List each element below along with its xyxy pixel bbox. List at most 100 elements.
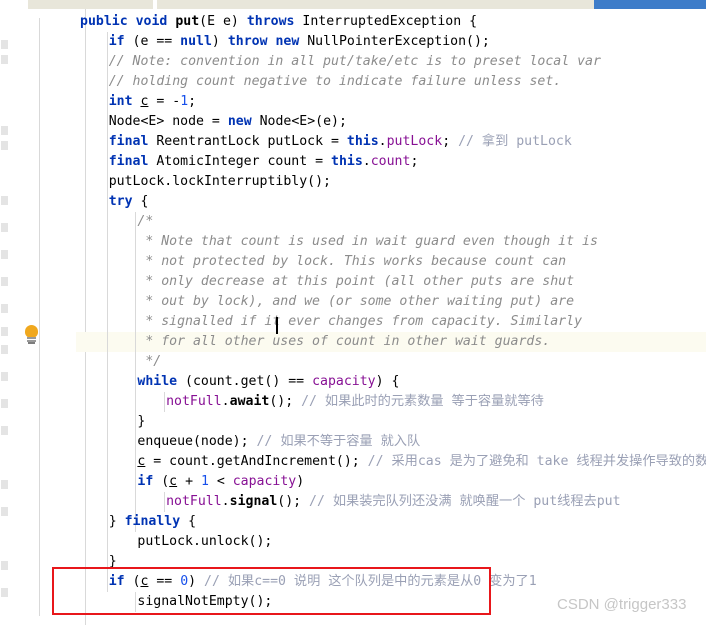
code-line[interactable]: * not protected by lock. This works beca… [137, 252, 566, 272]
gutter-marker [1, 480, 8, 489]
code-token-cmt-line: // [256, 434, 281, 449]
code-line[interactable]: if (e == null) throw new NullPointerExce… [109, 32, 490, 52]
gutter-marker [1, 327, 8, 336]
code-line[interactable]: while (count.get() == capacity) { [137, 372, 399, 392]
code-token-plain: ) [211, 34, 228, 49]
code-token-plain: ( [199, 14, 208, 29]
code-token-cmt-line: // [367, 454, 392, 469]
code-line[interactable]: enqueue(node); // 如果不等于容量 就入队 [137, 432, 420, 452]
code-token-plain: ) [296, 474, 305, 489]
code-line[interactable]: */ [137, 352, 161, 372]
horizontal-scrollbar-thumb[interactable] [594, 0, 706, 9]
intention-bulb-icon[interactable] [23, 325, 40, 344]
code-token-fld: putLock [386, 134, 443, 149]
code-token-cmt-line: // [301, 394, 325, 409]
code-token-kw: new [275, 34, 300, 49]
code-token-kw: void [135, 14, 168, 29]
code-token-cmt: * signalled if it ever changes from capa… [137, 314, 583, 329]
gutter-marker [1, 223, 8, 232]
code-token-kw: while [137, 374, 178, 389]
code-token-kw: public [80, 14, 128, 29]
indent-guide [135, 212, 137, 532]
scrollbar-segment-middle [157, 0, 594, 9]
code-line[interactable]: * out by lock), and we (or some other wa… [137, 292, 574, 312]
code-token-cmt-cn: 采用cas 是为了避免和 take 线程并发操作导致的数据混... [391, 454, 706, 469]
code-line[interactable]: /* [137, 212, 153, 232]
red-highlight-rectangle [52, 567, 491, 615]
code-token-cmt-cn: 如果不等于容量 就入队 [280, 434, 421, 449]
code-token-cmt: * only decrease at this point (all other… [137, 274, 575, 289]
code-token-cmt: */ [137, 354, 162, 369]
code-line[interactable]: // Note: convention in all put/take/etc … [109, 52, 601, 72]
code-token-plain: = [148, 94, 173, 109]
code-editor[interactable]: public void put(E e) throws InterruptedE… [0, 0, 706, 625]
gutter-marker [1, 40, 8, 49]
code-token-plain: putLock.lockInterruptibly(); [108, 174, 331, 189]
code-line[interactable]: notFull.await(); // 如果此时的元素数量 等于容量就等待 [166, 392, 544, 412]
code-token-type: E [207, 14, 216, 29]
code-token-cmt-line: // [309, 494, 333, 509]
code-token-kw: new [227, 114, 252, 129]
code-line[interactable]: * signalled if it ever changes from capa… [137, 312, 582, 332]
code-token-kw: try [108, 194, 133, 209]
code-line[interactable]: Node<E> node = new Node<E>(e); [109, 112, 347, 132]
code-token-kw: this [346, 134, 379, 149]
code-token-num: 1 [180, 94, 189, 109]
code-token-mth: await [229, 394, 270, 409]
code-token-plain: Node< [108, 114, 149, 129]
indent-guide [164, 392, 166, 412]
code-token-kw: int [108, 94, 133, 109]
code-token-kw: this [331, 154, 363, 169]
gutter-marker [1, 372, 8, 381]
code-token-kw: if [137, 474, 154, 489]
text-caret [276, 317, 278, 334]
code-token-plain: ( [153, 474, 170, 489]
code-line[interactable]: } finally { [109, 512, 196, 532]
gutter-marker [1, 304, 8, 313]
code-line[interactable]: try { [109, 192, 149, 212]
code-line[interactable]: // holding count negative to indicate fa… [109, 72, 562, 92]
code-token-plain: ReentrantLock putLock = [148, 134, 347, 149]
code-line[interactable]: * for all other uses of count in other w… [137, 332, 550, 352]
marker-strip[interactable] [0, 9, 10, 625]
code-line[interactable]: * only decrease at this point (all other… [137, 272, 574, 292]
code-token-mth: signal [229, 494, 278, 509]
code-line[interactable]: int c = -1; [109, 92, 196, 112]
gutter-marker [1, 141, 8, 150]
code-token-plain: - [172, 94, 181, 109]
code-token-localvar: c [169, 474, 178, 489]
code-token-plain: enqueue(node); [137, 434, 257, 449]
gutter-marker [1, 507, 8, 516]
code-token-kw: null [180, 34, 212, 49]
code-line[interactable]: final AtomicInteger count = this.count; [109, 152, 419, 172]
editor-gutter[interactable] [10, 9, 86, 625]
code-token-plain: (); [277, 494, 310, 509]
code-line[interactable]: final ReentrantLock putLock = this.putLo… [109, 132, 572, 152]
code-line[interactable]: putLock.lockInterruptibly(); [109, 172, 331, 192]
code-token-plain: . [378, 134, 387, 149]
horizontal-scrollbar-track[interactable] [0, 0, 706, 9]
bulb-base-ring-3 [28, 342, 35, 344]
code-token-plain: e) [215, 14, 247, 29]
code-token-cmt: * out by lock), and we (or some other wa… [137, 294, 575, 309]
code-line[interactable]: if (c + 1 < capacity) [137, 472, 304, 492]
code-line[interactable]: * Note that count is used in wait guard … [137, 232, 598, 252]
code-token-plain: (e == [124, 34, 181, 49]
gutter-marker [1, 277, 8, 286]
code-line[interactable]: putLock.unlock(); [137, 532, 272, 552]
code-line[interactable]: public void put(E e) throws InterruptedE… [80, 12, 477, 32]
code-line[interactable]: c = count.getAndIncrement(); // 采用cas 是为… [137, 452, 706, 472]
code-token-plain: . [221, 494, 230, 509]
code-token-plain: NullPointerException(); [299, 34, 490, 49]
code-token-plain: } [108, 514, 125, 529]
code-line[interactable]: notFull.signal(); // 如果装完队列还没满 就唤醒一个 put… [166, 492, 620, 512]
code-token-cmt: // Note: convention in all put/take/etc … [108, 54, 601, 69]
code-token-cmt-cn: 拿到 putLock [481, 134, 572, 149]
code-surface[interactable]: public void put(E e) throws InterruptedE… [76, 9, 706, 625]
code-token-kw: if [108, 34, 125, 49]
watermark-text: CSDN @trigger333 [557, 596, 687, 613]
gutter-marker [1, 126, 8, 135]
code-token-kw: throws [246, 14, 295, 29]
code-line[interactable]: } [137, 412, 145, 432]
